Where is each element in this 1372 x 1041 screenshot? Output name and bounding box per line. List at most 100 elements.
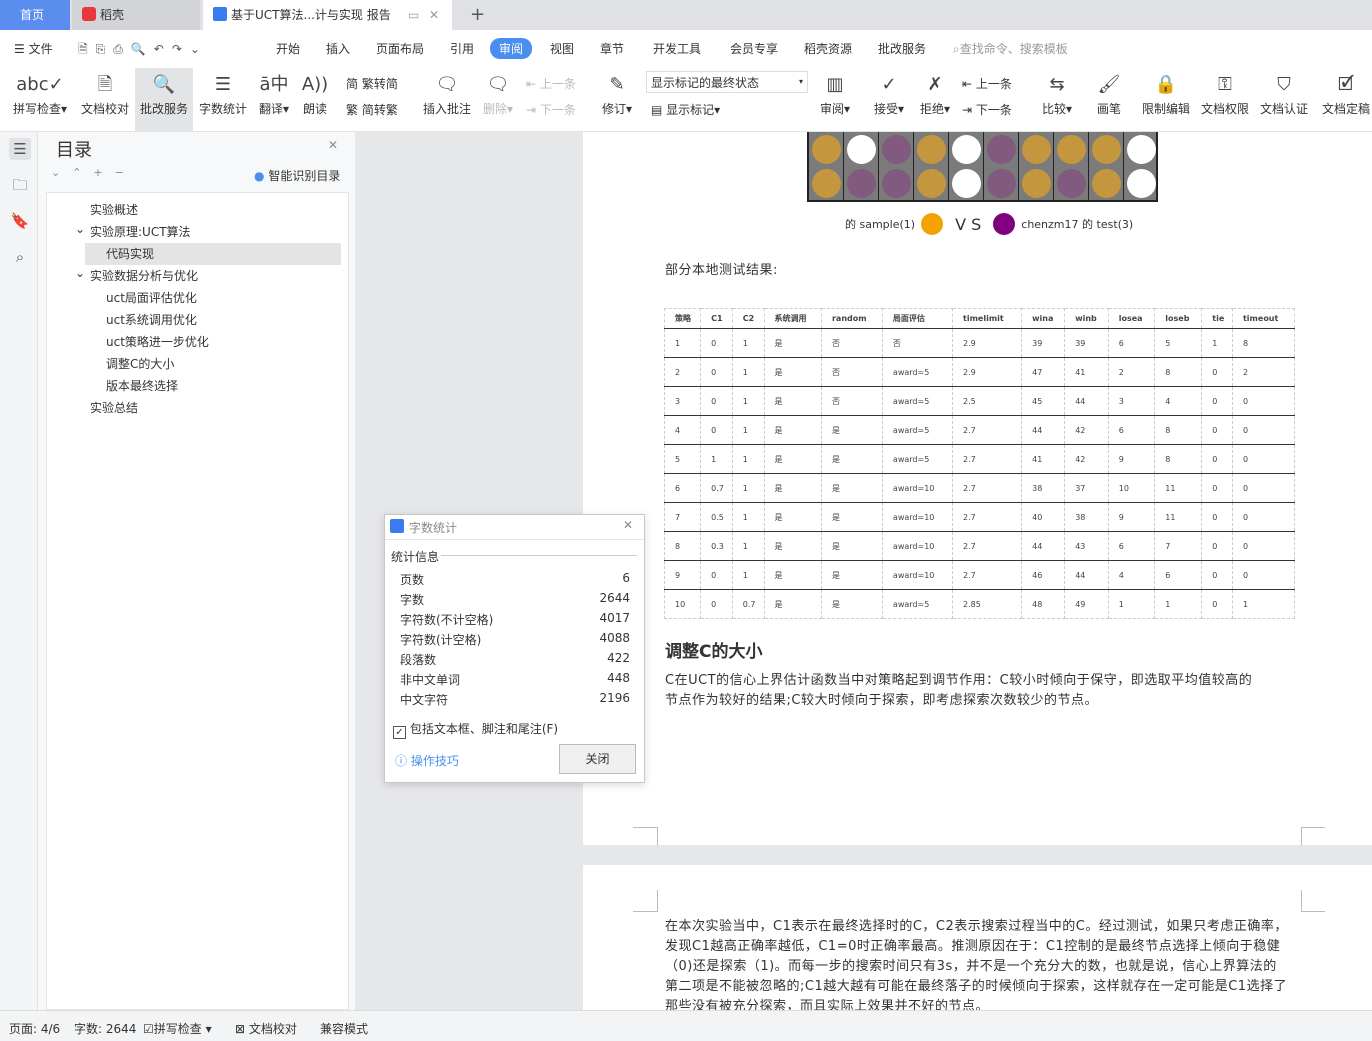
doc-proof-toggle[interactable]: ⊠ 文档校对 [235,1020,297,1037]
chapter-icon[interactable]: 🗀 [9,174,31,196]
command-search[interactable]: ⌕查找命令、搜索模板 [953,40,1068,57]
menu-member[interactable]: 会员专享 [730,40,778,57]
quick-access-toolbar[interactable]: 🗎⎘⎙🔍↶↷⌄ [78,40,208,61]
show-markup-button[interactable]: ▤ 显示标记▾ [651,101,720,118]
page-corner-mark [633,890,658,912]
table-cell: 11 [1154,473,1203,503]
menu-view[interactable]: 视图 [550,40,574,57]
new-tab-button[interactable]: + [460,0,485,30]
insert-comment-button[interactable]: 🗨 插入批注 [420,68,474,132]
spell-check-toggle[interactable]: ☑拼写检查 ▾ [143,1020,212,1037]
find-icon[interactable]: ⌕ [9,246,31,268]
table-cell: 8 [1154,415,1203,445]
menu-reference[interactable]: 引用 [450,40,474,57]
smart-toc-button[interactable]: ● 智能识别目录 [254,167,340,184]
menu-bar: ☰ 文件 🗎⎘⎙🔍↶↷⌄ 开始 插入 页面布局 引用 审阅 视图 章节 开发工具… [0,30,1372,68]
toc-item[interactable]: 代码实现 [85,243,341,265]
board-column-divider [843,132,844,202]
table-header-cell: C1 [700,308,733,329]
table-cell: 8 [1231,328,1296,358]
include-footnotes-checkbox[interactable]: ✓ 包括文本框、脚注和尾注(F) [393,720,558,739]
delete-comment-button[interactable]: 🗨 删除▾ [480,68,516,132]
bookmark-icon[interactable]: 🔖 [9,210,31,232]
table-cell: 0 [1201,415,1233,445]
close-button[interactable]: 关闭 [559,744,636,774]
track-changes-button[interactable]: ✎ 修订▾ [598,68,636,132]
menu-correction[interactable]: 批改服务 [878,40,926,57]
menu-review[interactable]: 审阅 [490,38,533,59]
prev-comment-button[interactable]: ⇤ 上一条 [526,75,576,92]
doc-proof-icon: 🗎 [97,74,113,95]
close-tab-icon[interactable]: ✕ [429,0,439,30]
table-cell: 1 [1154,589,1203,619]
tab-document[interactable]: 基于UCT算法...计与实现 报告 ▭ ✕ [203,0,452,30]
tips-link[interactable]: ⓘ 操作技巧 [395,752,459,769]
read-aloud-button[interactable]: A)) 朗读 [299,68,331,132]
toc-item[interactable]: ⌄ 实验数据分析与优化 [47,265,198,287]
restrict-edit-button[interactable]: 🔒 限制编辑 [1140,68,1192,132]
menu-section[interactable]: 章节 [600,40,624,57]
menu-insert[interactable]: 插入 [326,40,350,57]
trad-to-simp-button[interactable]: 简 繁转简 [346,75,398,92]
table-cell: 是 [763,386,822,416]
pin-icon[interactable]: ▭ [408,0,419,30]
accept-button[interactable]: ✓ 接受▾ [870,68,908,132]
read-aloud-icon: A)) [301,74,329,95]
table-header-cell: 系统调用 [763,308,822,329]
word-count-indicator[interactable]: 字数: 2644 [74,1020,136,1037]
file-menu[interactable]: ☰ 文件 [14,40,53,57]
dialog-close-icon[interactable]: ✕ [623,518,633,532]
toc-item[interactable]: uct局面评估优化 [47,287,197,309]
pen-button[interactable]: 🖌 画笔 [1090,68,1128,132]
table-cell: 11 [1154,502,1203,532]
toc-item[interactable]: 实验总结 [47,397,138,419]
table-cell: 6 [663,473,702,503]
doc-finalize-button[interactable]: 🗹 文档定稿 [1320,68,1372,132]
toc-item[interactable]: uct系统调用优化 [47,309,197,331]
toc-icon[interactable]: ☰ [9,138,31,160]
next-change-button[interactable]: ⇥ 下一条 [962,101,1012,118]
translate-button[interactable]: ā中 翻译▾ [255,68,293,132]
table-cell: 0 [1201,386,1233,416]
correction-service-button[interactable]: 🔍 批改服务 [135,68,193,132]
menu-layout[interactable]: 页面布局 [376,40,424,57]
expand-chevron-icon[interactable]: ⌄ [75,262,85,284]
simp-to-trad-button[interactable]: 繁 简转繁 [346,101,398,118]
orange-disc-icon [921,213,944,235]
toc-item[interactable]: 版本最终选择 [47,375,178,397]
results-table: 策略 C1 C2 系统调用 random 局面评估 timelimit wina winb los… [663,308,1296,619]
reject-button[interactable]: ✗ 拒绝▾ [916,68,954,132]
page-indicator[interactable]: 页面: 4/6 [9,1020,60,1037]
menu-start[interactable]: 开始 [276,40,300,57]
menu-developer[interactable]: 开发工具 [653,40,701,57]
stat-label: 非中文单词 [400,673,461,687]
menu-docer-resources[interactable]: 稻壳资源 [804,40,852,57]
table-cell: 0 [1201,589,1233,619]
tab-home[interactable]: 首页 [0,0,70,30]
compare-button[interactable]: ⇆ 比较▾ [1038,68,1076,132]
table-row: 4 0 1 是是 award=5 2.7 44 42 6 8 0 0 [663,415,1296,445]
doc-permission-button[interactable]: ⚿ 文档权限 [1199,68,1251,132]
spell-check-button[interactable]: abc✓ 拼写检查▾ [8,68,72,132]
expand-chevron-icon[interactable]: ⌄ [75,218,85,240]
word-doc-icon [213,7,227,21]
doc-proof-button[interactable]: 🗎 文档校对 [78,68,132,132]
toc-item[interactable]: 调整C的大小 [47,353,174,375]
board-disc-gold [917,169,946,198]
vs-caption: 的 sample(1) V S chenzm17 的 test(3) [845,213,1133,235]
nav-expand-collapse-icons[interactable]: ⌄⌃+− [51,166,136,179]
close-nav-icon[interactable]: ✕ [328,138,338,152]
doc-certify-button[interactable]: ⛉ 文档认证 [1258,68,1310,132]
markup-display-select[interactable]: 显示标记的最终状态 ▾ [646,71,808,93]
toc-item[interactable]: 实验概述 [47,199,138,221]
toc-item[interactable]: ⌄ 实验原理:UCT算法 [47,221,191,243]
tab-docer[interactable]: 稻壳 [72,0,200,30]
review-pane-button[interactable]: ▥ 审阅▾ [816,68,854,132]
next-comment-button[interactable]: ⇥ 下一条 [526,101,576,118]
stat-value: 6 [622,571,630,585]
table-cell: 2 [663,357,702,387]
toc-item[interactable]: uct策略进一步优化 [47,331,209,353]
vs-label: V S [955,214,982,234]
word-count-button[interactable]: ☰ 字数统计 [197,68,249,132]
prev-change-button[interactable]: ⇤ 上一条 [962,75,1012,92]
